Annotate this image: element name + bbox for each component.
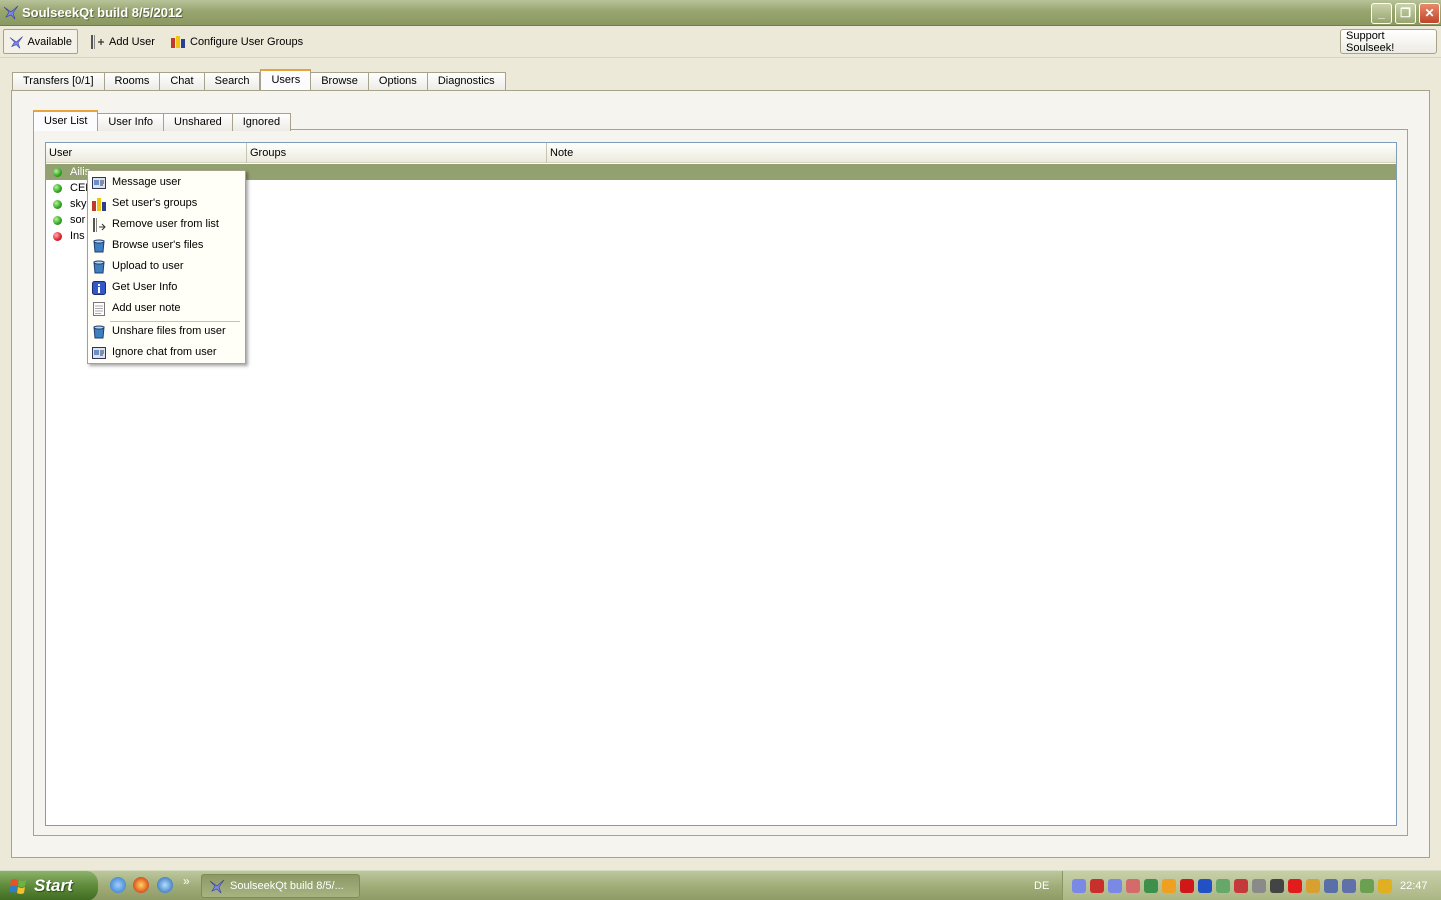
status-label: Available xyxy=(27,35,72,48)
menu-item-unshare-files[interactable]: Unshare files from user xyxy=(89,321,244,342)
message-icon xyxy=(92,177,106,189)
tab-ignored[interactable]: Ignored xyxy=(232,113,292,131)
close-button[interactable]: ✕ xyxy=(1419,3,1440,24)
menu-item-browse-files[interactable]: Browse user's files xyxy=(89,235,244,256)
tab-transfers[interactable]: Transfers [0/1] xyxy=(12,72,105,90)
media-tray-icon[interactable] xyxy=(1288,879,1302,893)
note-icon xyxy=(93,302,105,316)
wireless-tray-icon[interactable] xyxy=(1216,879,1230,893)
soulseek-bird-icon xyxy=(209,879,225,894)
add-user-icon xyxy=(91,34,104,49)
table-row[interactable]: sky xyxy=(46,196,1396,212)
system-tray xyxy=(1062,871,1441,900)
soulseek-bird-icon xyxy=(3,5,19,20)
soulseek-tray-icon[interactable] xyxy=(1108,879,1122,893)
restore-button[interactable]: ❐ xyxy=(1395,3,1416,24)
online-status-icon xyxy=(53,200,62,209)
groups-icon xyxy=(92,198,106,211)
user-groups-icon xyxy=(171,35,185,48)
user-context-menu: Message user Set user's groups Remove us… xyxy=(87,170,246,364)
column-header-user[interactable]: User xyxy=(46,143,247,163)
table-row[interactable]: sor xyxy=(46,212,1396,228)
user-name: sor xyxy=(70,214,86,226)
column-header-groups[interactable]: Groups xyxy=(247,143,547,163)
menu-item-message-user[interactable]: Message user xyxy=(89,172,244,193)
start-button[interactable]: Start xyxy=(0,871,98,900)
security-tray-icon[interactable] xyxy=(1234,879,1248,893)
soulseek-tray-icon[interactable] xyxy=(1072,879,1086,893)
mail-tray-icon[interactable] xyxy=(1162,879,1176,893)
chart-tray-icon[interactable] xyxy=(1144,879,1158,893)
taskbar-task-label: SoulseekQt build 8/5/... xyxy=(230,880,344,892)
table-row[interactable]: Ins xyxy=(46,228,1396,244)
update-tray-icon[interactable] xyxy=(1360,879,1374,893)
menu-item-set-groups[interactable]: Set user's groups xyxy=(89,193,244,214)
tab-diagnostics[interactable]: Diagnostics xyxy=(427,72,506,90)
bluetooth-tray-icon[interactable] xyxy=(1198,879,1212,893)
sub-tab-bar: User List User Info Unshared Ignored xyxy=(33,110,292,131)
user-name: sky xyxy=(70,198,87,210)
support-soulseek-button[interactable]: Support Soulseek! xyxy=(1340,29,1437,54)
taskbar-soulseek-button[interactable]: SoulseekQt build 8/5/... xyxy=(201,874,360,898)
window-title: SoulseekQt build 8/5/2012 xyxy=(22,5,183,20)
table-header: User Groups Note xyxy=(46,143,1396,163)
show-desktop-icon[interactable] xyxy=(110,877,126,893)
online-status-icon xyxy=(53,168,62,177)
menu-item-remove-user[interactable]: Remove user from list xyxy=(89,214,244,235)
soulseek-bird-icon xyxy=(9,35,23,49)
configure-user-groups-button[interactable]: Configure User Groups xyxy=(165,29,308,54)
ignore-chat-icon xyxy=(92,347,106,359)
add-user-button[interactable]: Add User xyxy=(84,29,160,54)
tab-chat[interactable]: Chat xyxy=(160,72,205,90)
online-status-icon xyxy=(53,216,62,225)
menu-item-upload[interactable]: Upload to user xyxy=(89,256,244,277)
table-row[interactable]: CEL xyxy=(46,180,1396,196)
upload-icon xyxy=(93,260,105,274)
title-bar[interactable]: SoulseekQt build 8/5/2012 _ ❐ ✕ xyxy=(0,0,1441,26)
tab-options[interactable]: Options xyxy=(368,72,428,90)
antivirus-tray-icon[interactable] xyxy=(1180,879,1194,893)
browser-globe-icon[interactable] xyxy=(157,877,173,893)
add-user-label: Add User xyxy=(109,35,155,48)
browse-files-icon xyxy=(93,239,105,253)
printer-tray-icon[interactable] xyxy=(1252,879,1266,893)
tab-user-info[interactable]: User Info xyxy=(98,113,165,131)
menu-item-add-note[interactable]: Add user note xyxy=(89,298,244,319)
info-icon xyxy=(92,281,106,295)
online-status-icon xyxy=(53,184,62,193)
windows-logo-icon xyxy=(10,879,26,894)
menu-item-ignore-chat[interactable]: Ignore chat from user xyxy=(89,342,244,363)
tab-search[interactable]: Search xyxy=(204,72,261,90)
language-indicator[interactable]: DE xyxy=(1034,880,1049,892)
offline-status-icon xyxy=(53,232,62,241)
status-available-button[interactable]: Available xyxy=(3,29,78,54)
user-name: Ins xyxy=(70,230,85,242)
table-row[interactable]: Ailis xyxy=(46,164,1396,180)
quicklaunch-more-icon[interactable]: » xyxy=(183,874,190,888)
tab-rooms[interactable]: Rooms xyxy=(104,72,161,90)
network-status-tray-icon[interactable] xyxy=(1324,879,1338,893)
volume-tray-icon[interactable] xyxy=(1270,879,1284,893)
firefox-icon[interactable] xyxy=(133,877,149,893)
tab-users[interactable]: Users xyxy=(260,69,312,90)
minimize-button[interactable]: _ xyxy=(1371,3,1392,24)
remove-user-icon xyxy=(93,218,106,232)
column-header-note[interactable]: Note xyxy=(547,143,1396,163)
taskbar: Start » SoulseekQt build 8/5/... DE 22:4… xyxy=(0,870,1441,900)
tab-browse[interactable]: Browse xyxy=(311,72,369,90)
pdf-tray-icon[interactable] xyxy=(1090,879,1104,893)
users-tray-icon[interactable] xyxy=(1378,879,1392,893)
toolbar: Available Add User Configure User Groups… xyxy=(0,27,1441,58)
unshare-icon xyxy=(93,325,105,339)
user-table[interactable]: User Groups Note Ailis CEL sky sor Ins xyxy=(45,142,1397,826)
menu-item-get-user-info[interactable]: Get User Info xyxy=(89,277,244,298)
tab-unshared[interactable]: Unshared xyxy=(164,113,233,131)
tab-user-list[interactable]: User List xyxy=(33,110,99,131)
network-status-tray-icon[interactable] xyxy=(1342,879,1356,893)
clock[interactable]: 22:47 xyxy=(1400,880,1428,892)
main-tab-bar: Transfers [0/1] Rooms Chat Search Users … xyxy=(12,69,506,90)
tools-tray-icon[interactable] xyxy=(1306,879,1320,893)
network-tray-icon[interactable] xyxy=(1126,879,1140,893)
configure-groups-label: Configure User Groups xyxy=(190,35,304,48)
